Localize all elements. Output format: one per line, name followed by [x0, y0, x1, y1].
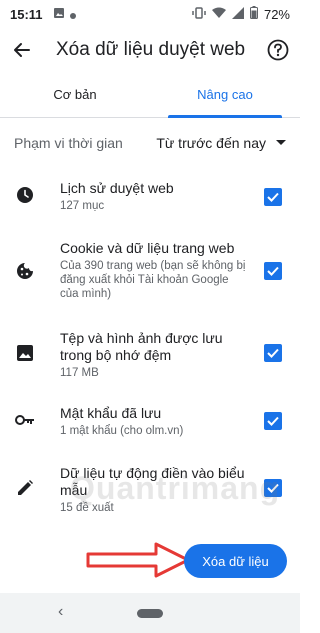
status-time: 15:11	[10, 6, 43, 22]
system-nav-bar: ‹	[0, 593, 300, 633]
list-item-passwords[interactable]: Mật khẩu đã lưu 1 mật khẩu (cho olm.vn)	[0, 405, 300, 445]
check-icon	[267, 266, 279, 276]
tab-advanced[interactable]: Nâng cao	[150, 72, 300, 118]
list-item-autofill[interactable]: Dữ liệu tự động điền vào biểu mẫu 15 đề …	[0, 465, 300, 521]
page-title: Xóa dữ liệu duyệt web	[56, 39, 246, 60]
time-range-label: Phạm vi thời gian	[14, 135, 123, 151]
status-bar: 15:11 72%	[0, 0, 300, 28]
clock-icon	[14, 184, 36, 206]
item-title: Dữ liệu tự động điền vào biểu mẫu	[60, 465, 245, 498]
signal-icon	[231, 6, 244, 22]
cookie-icon	[14, 260, 36, 282]
item-title: Cookie và dữ liệu trang web	[60, 240, 235, 256]
dot-notification-icon	[69, 7, 76, 22]
time-range-value: Từ trước đến nay	[156, 135, 266, 151]
home-pill-icon[interactable]	[137, 609, 163, 618]
item-title: Tệp và hình ảnh được lưu trong bộ nhớ đệ…	[60, 330, 223, 363]
vibrate-icon	[192, 6, 206, 22]
check-icon	[267, 416, 279, 426]
item-title: Lịch sử duyệt web	[60, 180, 174, 196]
tab-bar: Cơ bản Nâng cao	[0, 72, 300, 118]
check-icon	[267, 348, 279, 358]
autofill-checkbox[interactable]	[264, 479, 282, 497]
battery-icon	[249, 6, 258, 22]
battery-percent: 72%	[263, 6, 290, 22]
key-icon	[14, 409, 36, 431]
clear-data-button[interactable]: Xóa dữ liệu	[184, 544, 287, 578]
item-subtitle: 127 mục	[60, 200, 105, 212]
back-button[interactable]	[0, 28, 44, 72]
time-range-select[interactable]: Từ trước đến nay	[156, 135, 286, 151]
list-item-cookies[interactable]: Cookie và dữ liệu trang web Của 390 tran…	[0, 240, 300, 310]
nav-back-icon[interactable]: ‹	[58, 603, 63, 621]
gallery-notification-icon	[53, 7, 65, 22]
list-item-history[interactable]: Lịch sử duyệt web 127 mục	[0, 180, 300, 220]
help-button[interactable]	[264, 36, 292, 64]
tab-basic[interactable]: Cơ bản	[0, 72, 150, 117]
arrow-left-icon	[14, 43, 30, 57]
item-subtitle: 1 mật khẩu (cho olm.vn)	[60, 425, 184, 437]
time-range-row: Phạm vi thời gian Từ trước đến nay	[0, 124, 300, 162]
dropdown-arrow-icon	[276, 140, 286, 145]
status-right: 72%	[192, 6, 290, 22]
list-item-cache[interactable]: Tệp và hình ảnh được lưu trong bộ nhớ đệ…	[0, 330, 300, 386]
pencil-icon	[14, 477, 36, 499]
wifi-icon	[211, 7, 226, 22]
item-subtitle: 15 đề xuất	[60, 502, 114, 514]
help-icon	[267, 39, 289, 61]
passwords-checkbox[interactable]	[264, 412, 282, 430]
cache-checkbox[interactable]	[264, 344, 282, 362]
item-title: Mật khẩu đã lưu	[60, 405, 162, 421]
check-icon	[267, 192, 279, 202]
annotation-arrow-icon	[86, 542, 190, 578]
item-subtitle: Của 390 trang web (bạn sẽ không bị đăng …	[60, 260, 246, 300]
cookies-checkbox[interactable]	[264, 262, 282, 280]
history-checkbox[interactable]	[264, 188, 282, 206]
item-subtitle: 117 MB	[60, 367, 99, 379]
image-icon	[14, 342, 36, 364]
check-icon	[267, 483, 279, 493]
app-bar: Xóa dữ liệu duyệt web	[0, 28, 300, 72]
